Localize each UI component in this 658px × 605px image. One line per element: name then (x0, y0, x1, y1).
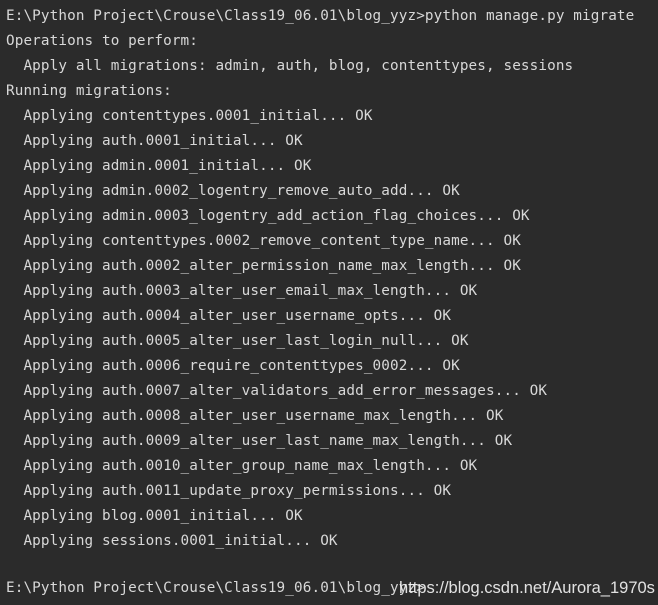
terminal-line: Applying auth.0004_alter_user_username_o… (6, 308, 452, 324)
terminal-line: Applying admin.0002_logentry_remove_auto… (6, 183, 460, 199)
terminal-line: Applying auth.0005_alter_user_last_login… (6, 333, 469, 349)
terminal-line: Applying auth.0008_alter_user_username_m… (6, 408, 504, 424)
terminal-line: Applying auth.0006_require_contenttypes_… (6, 358, 460, 374)
terminal-line: Applying auth.0001_initial... OK (6, 133, 303, 149)
terminal-line: Apply all migrations: admin, auth, blog,… (6, 58, 574, 74)
terminal-line: Applying auth.0011_update_proxy_permissi… (6, 483, 452, 499)
command-prompt[interactable]: E:\Python Project\Crouse\Class19_06.01\b… (0, 576, 425, 601)
terminal-line: Applying auth.0003_alter_user_email_max_… (6, 283, 478, 299)
terminal-line: Running migrations: (6, 83, 172, 99)
terminal-line: Applying admin.0001_initial... OK (6, 158, 312, 174)
terminal-line: E:\Python Project\Crouse\Class19_06.01\b… (6, 8, 635, 24)
terminal-output: E:\Python Project\Crouse\Class19_06.01\b… (0, 0, 658, 579)
terminal-line: Applying auth.0010_alter_group_name_max_… (6, 458, 478, 474)
terminal-window[interactable]: E:\Python Project\Crouse\Class19_06.01\b… (0, 0, 658, 605)
watermark-text: https://blog.csdn.net/Aurora_1970s (399, 579, 655, 597)
terminal-line: Applying sessions.0001_initial... OK (6, 533, 338, 549)
terminal-line: Applying admin.0003_logentry_add_action_… (6, 208, 530, 224)
terminal-line: Applying auth.0002_alter_permission_name… (6, 258, 521, 274)
terminal-line: Applying contenttypes.0002_remove_conten… (6, 233, 521, 249)
terminal-line: Operations to perform: (6, 33, 199, 49)
terminal-line: Applying auth.0007_alter_validators_add_… (6, 383, 548, 399)
terminal-line: Applying auth.0009_alter_user_last_name_… (6, 433, 513, 449)
terminal-line: Applying contenttypes.0001_initial... OK (6, 108, 373, 124)
terminal-line: Applying blog.0001_initial... OK (6, 508, 303, 524)
